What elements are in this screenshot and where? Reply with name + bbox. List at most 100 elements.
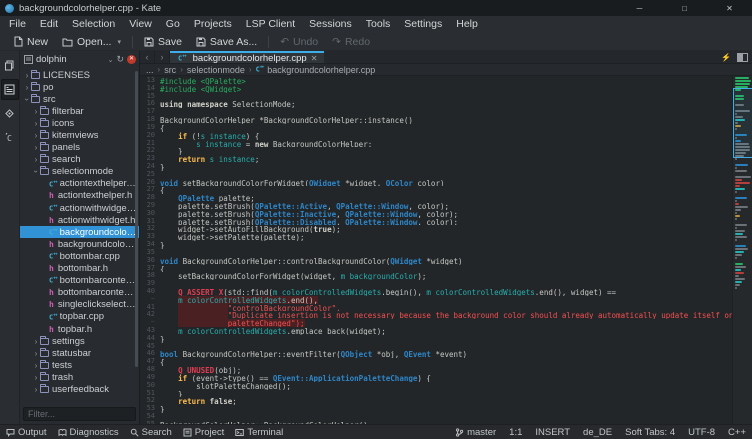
tree-item-trash[interactable]: ›trash — [20, 371, 139, 383]
status-diagnostics[interactable]: Diagnostics — [58, 427, 119, 438]
save-as-button[interactable]: Save As... — [189, 33, 264, 51]
expand-icon[interactable]: › — [32, 119, 40, 128]
tree-scrollbar[interactable] — [135, 71, 138, 367]
status-output[interactable]: Output — [6, 427, 47, 438]
filter-input[interactable]: Filter... — [23, 407, 136, 421]
toolbar-separator — [132, 36, 133, 48]
expand-icon[interactable]: › — [32, 349, 40, 358]
git-icon[interactable] — [1, 103, 19, 124]
open-button[interactable]: Open...▾ — [55, 33, 128, 51]
tree-item-panels[interactable]: ›panels — [20, 142, 139, 154]
expand-icon[interactable]: › — [23, 71, 31, 80]
breadcrumb-item-backgroundcolorhelper-cpp[interactable]: backgroundcolorhelper.cpp — [267, 65, 375, 75]
code-lines[interactable]: 13#include <QPalette>14#include <QWidget… — [140, 77, 732, 424]
status-1-1[interactable]: 1:1 — [509, 427, 522, 438]
menu-projects[interactable]: Projects — [187, 16, 239, 33]
expand-icon[interactable]: › — [32, 385, 40, 394]
tree-item-singleclickselectionproxystyle-h[interactable]: hsingleclickselectionproxystyle.h — [20, 299, 139, 311]
status-master[interactable]: master — [455, 427, 496, 438]
status-soft-tabs-4[interactable]: Soft Tabs: 4 — [625, 427, 675, 438]
quick-open-icon[interactable]: ⚡ — [721, 53, 731, 62]
tree-item-label: actionwithwidget.h — [58, 215, 136, 226]
refresh-icon[interactable]: ↻ — [116, 54, 124, 65]
status-insert[interactable]: INSERT — [535, 427, 570, 438]
tree-item-search[interactable]: ›search — [20, 154, 139, 166]
tree-item-selectionmode[interactable]: ›selectionmode — [20, 166, 139, 178]
code-line: 25 — [140, 171, 732, 179]
menu-tools[interactable]: Tools — [359, 16, 398, 33]
expand-icon[interactable]: › — [32, 143, 40, 152]
save-button[interactable]: Save — [137, 33, 189, 51]
menu-lsp-client[interactable]: LSP Client — [239, 16, 302, 33]
tree-item-tests[interactable]: ›tests — [20, 359, 139, 371]
tree-item-actionwithwidget-h[interactable]: hactionwithwidget.h — [20, 214, 139, 226]
expand-icon[interactable]: › — [32, 337, 40, 346]
tree-item-bottombar-h[interactable]: hbottombar.h — [20, 263, 139, 275]
tree-item-licenses[interactable]: ›LICENSES — [20, 69, 139, 81]
tree-item-bottombar-cpp[interactable]: Cbottombar.cpp — [20, 250, 139, 262]
breadcrumb-overflow-icon[interactable]: ... — [146, 65, 154, 75]
menu-view[interactable]: View — [122, 16, 159, 33]
new-button[interactable]: New — [6, 33, 55, 51]
project-tree-icon[interactable] — [1, 79, 19, 100]
tab-backgroundcolorhelper[interactable]: C backgroundcolorhelper.cpp ✕ — [170, 51, 324, 63]
status-utf-8[interactable]: UTF-8 — [688, 427, 715, 438]
expand-icon[interactable]: › — [23, 83, 31, 92]
maximize-icon[interactable]: □ — [662, 0, 707, 16]
tree-item-actiontexthelper-h[interactable]: hactiontexthelper.h — [20, 190, 139, 202]
menu-sessions[interactable]: Sessions — [302, 16, 359, 33]
tree-item-actionwithwidget-cpp[interactable]: Cactionwithwidget.cpp — [20, 202, 139, 214]
breadcrumb-item-src[interactable]: src — [164, 65, 176, 75]
menu-edit[interactable]: Edit — [33, 16, 65, 33]
tree-item-src[interactable]: ›src — [20, 93, 139, 105]
tree-item-topbar-cpp[interactable]: Ctopbar.cpp — [20, 311, 139, 323]
status-c[interactable]: C++ — [728, 427, 746, 438]
status-search[interactable]: Search — [130, 427, 172, 438]
close-icon[interactable]: ✕ — [707, 0, 752, 16]
minimap-scrollbar[interactable] — [732, 76, 752, 424]
tree-item-settings[interactable]: ›settings — [20, 335, 139, 347]
tree-item-userfeedback[interactable]: ›userfeedback — [20, 383, 139, 395]
expand-icon[interactable]: › — [32, 361, 40, 370]
tree-item-filterbar[interactable]: ›filterbar — [20, 105, 139, 117]
split-view-icon[interactable] — [737, 53, 748, 62]
minimize-icon[interactable]: ─ — [617, 0, 662, 16]
menu-go[interactable]: Go — [159, 16, 187, 33]
tab-forward-icon[interactable]: › — [155, 51, 170, 63]
tree-item-actiontexthelper-cpp[interactable]: Cactiontexthelper.cpp — [20, 178, 139, 190]
tree-item-po[interactable]: ›po — [20, 81, 139, 93]
tree-item-statusbar[interactable]: ›statusbar — [20, 347, 139, 359]
tree-item-kitemviews[interactable]: › kitemviews — [20, 129, 139, 141]
tab-back-icon[interactable]: ‹ — [140, 51, 155, 63]
menu-settings[interactable]: Settings — [397, 16, 449, 33]
tree-item-backgroundcolorhelper-cpp[interactable]: Cbackgroundcolorhelper.cpp — [20, 226, 139, 238]
status-de-de[interactable]: de_DE — [583, 427, 612, 438]
breadcrumb-item-selectionmode[interactable]: selectionmode — [187, 65, 245, 75]
undo-button[interactable]: ↶Undo — [273, 33, 325, 51]
tree-item-bottombarcontentscontainer-cpp[interactable]: Cbottombarcontentscontainer.cpp — [20, 275, 139, 287]
tree-item-icons[interactable]: ›icons — [20, 117, 139, 129]
close-project-icon[interactable]: ✕ — [127, 55, 136, 64]
menu-file[interactable]: File — [2, 16, 33, 33]
menu-help[interactable]: Help — [449, 16, 485, 33]
expand-icon[interactable]: › — [32, 131, 40, 140]
tree-item-topbar-h[interactable]: htopbar.h — [20, 323, 139, 335]
tree-item-backgroundcolorhelper-h[interactable]: hbackgroundcolorhelper.h — [20, 238, 139, 250]
minimap-line — [735, 287, 737, 289]
minimap-line — [735, 164, 748, 166]
expand-icon[interactable]: › — [32, 107, 40, 116]
status-project[interactable]: Project — [183, 427, 225, 438]
tab-close-icon[interactable]: ✕ — [311, 54, 318, 63]
documents-icon[interactable] — [1, 55, 19, 76]
lsp-symbols-icon[interactable]: C — [1, 127, 19, 148]
status-terminal[interactable]: Terminal — [235, 427, 283, 438]
expand-icon[interactable]: › — [32, 155, 40, 164]
tree-item-label: kitemviews — [52, 130, 98, 141]
code-area[interactable]: 13#include <QPalette>14#include <QWidget… — [140, 76, 752, 424]
menu-selection[interactable]: Selection — [65, 16, 122, 33]
project-selector[interactable]: dolphin ⌄ — [24, 53, 113, 66]
minimap-viewport[interactable] — [733, 88, 752, 158]
expand-icon[interactable]: › — [32, 373, 40, 382]
redo-button[interactable]: ↷Redo — [325, 33, 377, 51]
tree-item-bottombarcontentscontainer-h[interactable]: hbottombarcontentscontainer.h — [20, 287, 139, 299]
